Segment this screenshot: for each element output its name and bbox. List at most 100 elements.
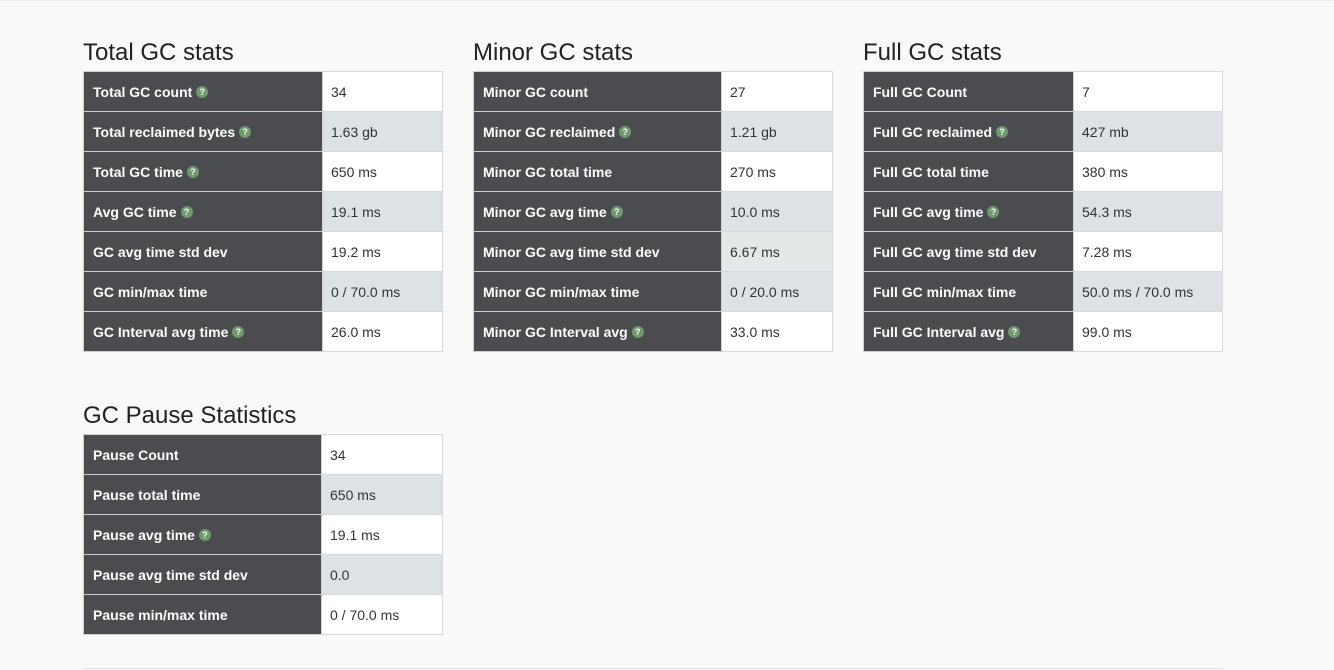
table-row: Full GC Interval avg? 99.0 ms	[863, 311, 1223, 352]
row-value: 650 ms	[321, 474, 443, 515]
table-row: Full GC min/max time 50.0 ms / 70.0 ms	[863, 271, 1223, 312]
table-row: Minor GC count 27	[473, 71, 833, 112]
table-row: Full GC avg time std dev 7.28 ms	[863, 231, 1223, 272]
row-value: 19.1 ms	[322, 191, 443, 232]
row-value: 34	[322, 71, 443, 112]
row-label: Total GC count?	[83, 71, 323, 112]
row-value: 0 / 70.0 ms	[322, 271, 443, 312]
row-label: GC avg time std dev	[83, 231, 323, 272]
full-gc-stats-table: Full GC Count 7 Full GC reclaimed? 427 m…	[863, 71, 1223, 352]
label-text: Pause avg time std dev	[93, 566, 248, 583]
help-icon[interactable]: ?	[239, 125, 252, 138]
help-icon[interactable]: ?	[996, 125, 1009, 138]
label-text: GC min/max time	[93, 283, 208, 300]
row-label: Pause avg time?	[83, 514, 322, 555]
row-value: 54.3 ms	[1073, 191, 1223, 232]
table-row: Pause Count 34	[83, 434, 443, 475]
row-label: Pause total time	[83, 474, 322, 515]
gc-pause-stats-title: GC Pause Statistics	[83, 402, 297, 429]
row-label: Minor GC Interval avg?	[473, 311, 722, 352]
label-text: Minor GC total time	[483, 163, 613, 180]
label-text: Pause avg time	[93, 526, 195, 543]
row-value: 19.2 ms	[322, 231, 443, 272]
top-divider	[0, 0, 1334, 1]
row-value: 0 / 70.0 ms	[321, 594, 443, 635]
minor-gc-stats-section: Minor GC stats Minor GC count 27 Minor G…	[473, 38, 833, 352]
row-value: 26.0 ms	[322, 311, 443, 352]
table-row: GC avg time std dev 19.2 ms	[83, 231, 443, 272]
help-icon[interactable]: ?	[180, 205, 193, 218]
table-row: Full GC Count 7	[863, 71, 1223, 112]
table-row: Minor GC total time 270 ms	[473, 151, 833, 192]
full-gc-stats-title: Full GC stats	[863, 39, 1002, 66]
table-row: Total GC time? 650 ms	[83, 151, 443, 192]
label-text: Full GC total time	[873, 163, 989, 180]
label-text: Total GC count	[93, 83, 193, 100]
row-label: Minor GC total time	[473, 151, 722, 192]
table-row: Minor GC reclaimed? 1.21 gb	[473, 111, 833, 152]
label-text: Full GC Count	[873, 83, 968, 100]
label-text: Pause total time	[93, 486, 201, 503]
row-label: Full GC Interval avg?	[863, 311, 1074, 352]
table-row: Total GC count? 34	[83, 71, 443, 112]
help-icon[interactable]: ?	[631, 325, 644, 338]
row-label: Minor GC avg time?	[473, 191, 722, 232]
row-value: 99.0 ms	[1073, 311, 1223, 352]
row-value: 27	[721, 71, 833, 112]
label-text: Total GC time	[93, 163, 183, 180]
row-label: GC min/max time	[83, 271, 323, 312]
label-text: Full GC Interval avg	[873, 323, 1005, 340]
table-row: Full GC total time 380 ms	[863, 151, 1223, 192]
help-icon[interactable]: ?	[198, 528, 211, 541]
row-label: Total GC time?	[83, 151, 323, 192]
row-label: Full GC reclaimed?	[863, 111, 1074, 152]
row-label: Pause min/max time	[83, 594, 322, 635]
minor-gc-stats-title: Minor GC stats	[473, 39, 634, 66]
label-text: Full GC min/max time	[873, 283, 1017, 300]
total-gc-stats-section: Total GC stats Total GC count? 34 Total …	[83, 38, 443, 352]
total-gc-stats-title: Total GC stats	[83, 39, 234, 66]
row-label: Minor GC avg time std dev	[473, 231, 722, 272]
row-label: Full GC avg time std dev	[863, 231, 1074, 272]
row-value: 7.28 ms	[1073, 231, 1223, 272]
label-text: Minor GC avg time std dev	[483, 243, 660, 260]
help-icon[interactable]: ?	[610, 205, 623, 218]
label-text: Minor GC reclaimed	[483, 123, 616, 140]
row-value: 6.67 ms	[721, 231, 833, 272]
table-row: Full GC avg time? 54.3 ms	[863, 191, 1223, 232]
help-icon[interactable]: ?	[196, 85, 209, 98]
row-label: Full GC min/max time	[863, 271, 1074, 312]
row-value: 33.0 ms	[721, 311, 833, 352]
help-icon[interactable]: ?	[619, 125, 632, 138]
full-gc-stats-section: Full GC stats Full GC Count 7 Full GC re…	[863, 38, 1223, 352]
row-label: Pause Count	[83, 434, 322, 475]
table-row: Pause min/max time 0 / 70.0 ms	[83, 594, 443, 635]
label-text: GC Interval avg time	[93, 323, 229, 340]
table-row: Pause total time 650 ms	[83, 474, 443, 515]
row-value: 34	[321, 434, 443, 475]
row-label: Total reclaimed bytes?	[83, 111, 323, 152]
row-label: Minor GC min/max time	[473, 271, 722, 312]
row-value: 7	[1073, 71, 1223, 112]
row-value: 0.0	[321, 554, 443, 595]
table-row: Total reclaimed bytes? 1.63 gb	[83, 111, 443, 152]
row-value: 650 ms	[322, 151, 443, 192]
help-icon[interactable]: ?	[1008, 325, 1021, 338]
row-value: 1.63 gb	[322, 111, 443, 152]
table-row: Minor GC Interval avg? 33.0 ms	[473, 311, 833, 352]
label-text: Avg GC time	[93, 203, 177, 220]
row-value: 0 / 20.0 ms	[721, 271, 833, 312]
row-label: Full GC Count	[863, 71, 1074, 112]
label-text: Full GC avg time std dev	[873, 243, 1037, 260]
total-gc-stats-table: Total GC count? 34 Total reclaimed bytes…	[83, 71, 443, 352]
help-icon[interactable]: ?	[186, 165, 199, 178]
table-row: GC Interval avg time? 26.0 ms	[83, 311, 443, 352]
help-icon[interactable]: ?	[232, 325, 245, 338]
label-text: Minor GC avg time	[483, 203, 607, 220]
gc-pause-stats-section: GC Pause Statistics Pause Count 34 Pause…	[83, 401, 443, 635]
label-text: Pause min/max time	[93, 606, 228, 623]
row-value: 380 ms	[1073, 151, 1223, 192]
bottom-divider	[83, 668, 1223, 669]
help-icon[interactable]: ?	[987, 205, 1000, 218]
row-label: Minor GC reclaimed?	[473, 111, 722, 152]
